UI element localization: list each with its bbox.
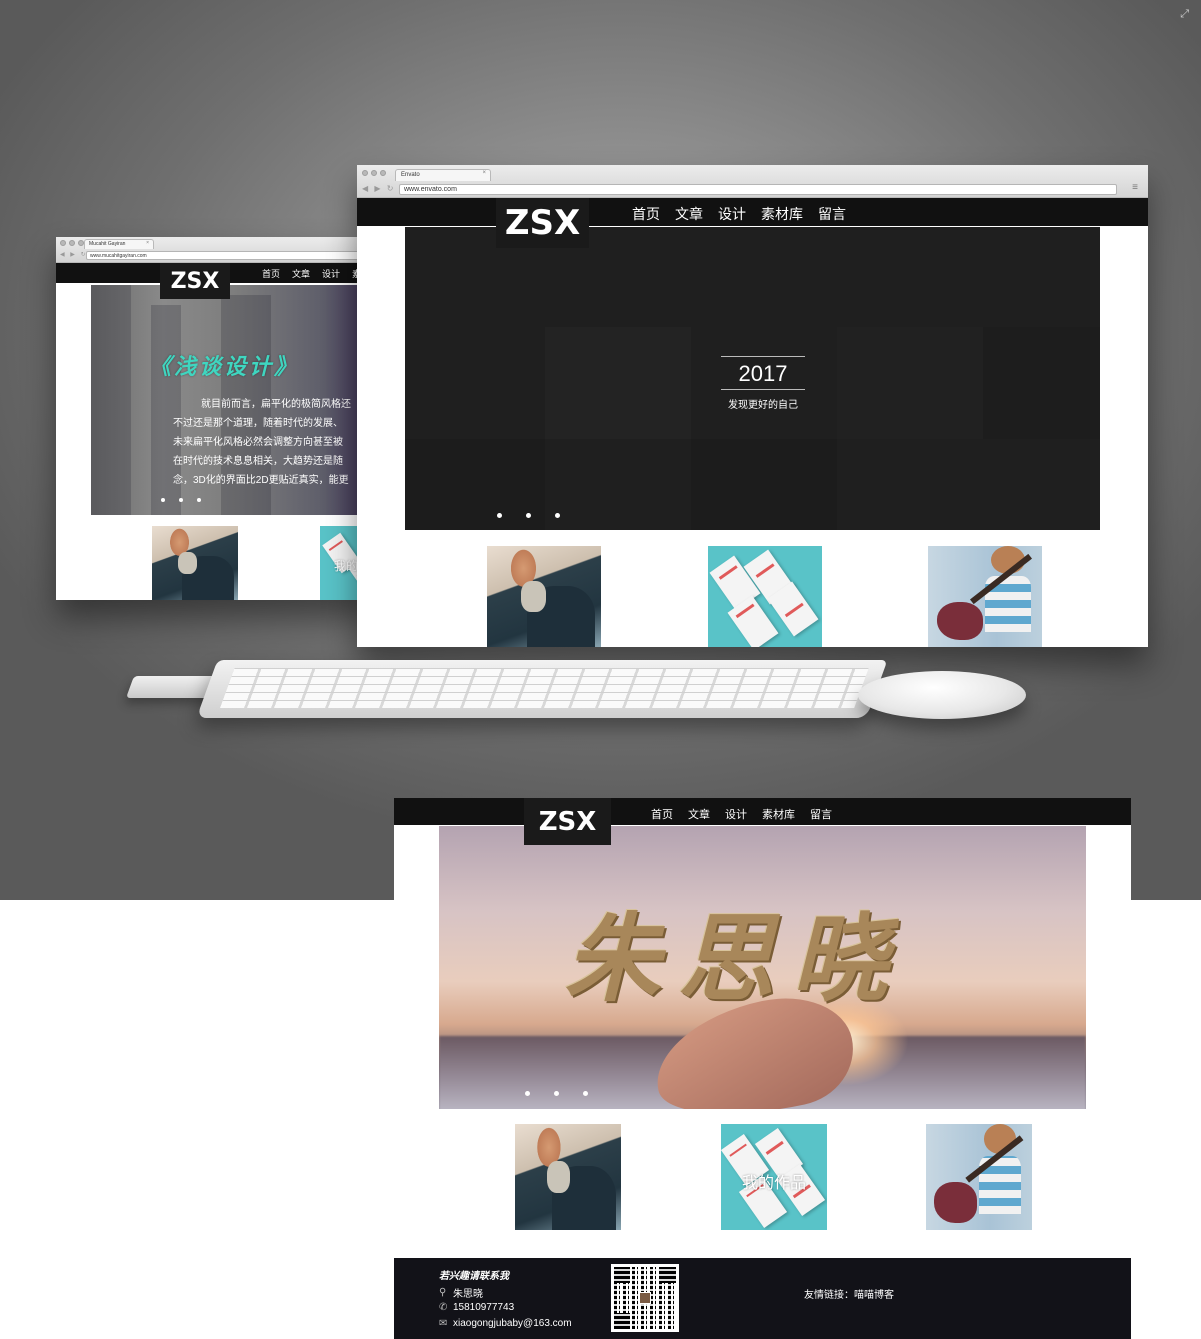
hero-caption: 2017 发现更好的自己 <box>721 356 805 411</box>
site-footer: 若兴趣请联系我 ⚲ 朱思晓 ✆ 15810977743 ✉ xiaogongju… <box>394 1258 1131 1339</box>
nav-articles[interactable]: 文章 <box>688 806 710 822</box>
carousel-dot[interactable] <box>555 513 560 518</box>
carousel-dots <box>525 1091 588 1096</box>
nav-home[interactable]: 首页 <box>262 267 280 280</box>
site-header: ZSX 首页 文章 设计 素 <box>56 263 376 299</box>
thumbnail-works[interactable]: 我的作品 <box>721 1124 827 1230</box>
footer-phone: 15810977743 <box>453 1302 515 1313</box>
keyboard <box>196 660 888 718</box>
thumb-overlay-text: 我的作品 <box>741 1174 806 1192</box>
nav-articles[interactable]: 文章 <box>292 267 310 280</box>
hero-text-line: 在时代的技术息息相关，大趋势还是随 <box>173 456 343 467</box>
nav-messages[interactable]: 留言 <box>818 204 846 224</box>
thumbnail-portrait[interactable] <box>515 1124 621 1230</box>
tab-title: Envato <box>401 172 420 178</box>
carousel-dot[interactable] <box>554 1091 559 1096</box>
nav-design[interactable]: 设计 <box>725 806 747 822</box>
browser-tab[interactable]: Mucahit Gayiran × <box>84 239 154 249</box>
nav-design[interactable]: 设计 <box>718 204 746 224</box>
footer-email[interactable]: xiaogongjubaby@163.com <box>453 1318 572 1329</box>
site-nav: 首页 文章 设计 素材库 留言 <box>651 806 832 822</box>
left-browser-window: Mucahit Gayiran × ◀ ▶ ↻ www.mucahitgayira… <box>56 237 376 600</box>
carousel-dots <box>497 513 560 518</box>
close-tab-icon[interactable]: × <box>146 240 149 246</box>
thumbnail-works[interactable] <box>708 546 822 647</box>
window-controls[interactable] <box>362 170 386 176</box>
person-icon: ⚲ <box>439 1287 447 1298</box>
hero-text-line: 未来扁平化风格必然会调整方向甚至被 <box>173 437 343 448</box>
hero-title: 《浅谈设计》 <box>149 354 300 379</box>
address-bar[interactable]: www.envato.com <box>399 184 1117 195</box>
mouse <box>858 671 1026 719</box>
nav-home[interactable]: 首页 <box>632 204 660 224</box>
carousel-dot[interactable] <box>161 498 165 502</box>
main-browser-window: Envato × ◀ ▶ ↻ www.envato.com ≡ ZSX 首页 文章… <box>357 165 1148 647</box>
address-bar[interactable]: www.mucahitgayiran.com <box>86 251 366 260</box>
footer-title: 若兴趣请联系我 <box>439 1271 509 1282</box>
hero-carousel: 《浅谈设计》 就目前而言，扁平化的极简风格还 不过还是那个道理，随着时代的发展、… <box>91 285 376 515</box>
tab-title: Mucahit Gayiran <box>89 241 126 247</box>
nav-home[interactable]: 首页 <box>651 806 673 822</box>
nav-library[interactable]: 素材库 <box>762 806 795 822</box>
expand-icon[interactable]: ⤢ <box>1180 8 1189 21</box>
nav-library[interactable]: 素材库 <box>761 204 803 224</box>
hero-text-line: 念，3D化的界面比2D更贴近真实，能更 <box>173 475 349 486</box>
hero-carousel: 2017 发现更好的自己 <box>405 227 1100 530</box>
website-preview: ZSX 首页 文章 设计 素材库 留言 朱思晓 我的作品 若兴趣请联系我 ⚲ 朱… <box>394 798 1131 1339</box>
thumbnail-portrait[interactable] <box>152 526 238 600</box>
window-controls[interactable] <box>60 240 84 246</box>
nav-articles[interactable]: 文章 <box>675 204 703 224</box>
hero-text-line: 就目前而言，扁平化的极简风格还 <box>201 399 351 410</box>
menu-icon[interactable]: ≡ <box>1132 182 1138 193</box>
site-nav: 首页 文章 设计 素材库 留言 <box>632 204 846 224</box>
thumbnail-guitar[interactable] <box>928 546 1042 647</box>
hero-year: 2017 <box>738 361 788 386</box>
carousel-dot[interactable] <box>197 498 201 502</box>
site-header: ZSX 首页 文章 设计 素材库 留言 <box>357 198 1148 248</box>
carousel-dot[interactable] <box>525 1091 530 1096</box>
carousel-dot[interactable] <box>179 498 183 502</box>
footer-email-row: ✉ xiaogongjubaby@163.com <box>439 1318 572 1329</box>
footer-name: 朱思晓 <box>453 1289 483 1300</box>
hero-text-line: 不过还是那个道理，随着时代的发展、 <box>173 418 343 429</box>
back-forward-icon[interactable]: ◀ ▶ ↻ <box>362 184 395 193</box>
thumbnail-guitar[interactable] <box>926 1124 1032 1230</box>
site-logo[interactable]: ZSX <box>160 263 230 299</box>
carousel-dot[interactable] <box>583 1091 588 1096</box>
site-nav: 首页 文章 设计 素 <box>262 267 361 280</box>
footer-phone-row: ✆ 15810977743 <box>439 1302 514 1313</box>
hero-subtitle: 发现更好的自己 <box>728 400 798 411</box>
mockup-stage: ⤢ Mucahit Gayiran × ◀ ▶ ↻ www.mucahitgayi… <box>0 0 1201 900</box>
phone-icon: ✆ <box>439 1302 448 1313</box>
site-logo[interactable]: ZSX <box>524 798 611 845</box>
mail-icon: ✉ <box>439 1318 448 1329</box>
browser-chrome: Mucahit Gayiran × ◀ ▶ ↻ www.mucahitgayira… <box>56 237 376 263</box>
site-header: ZSX 首页 文章 设计 素材库 留言 <box>394 798 1131 845</box>
hero-paragraph: 就目前而言，扁平化的极简风格还 不过还是那个道理，随着时代的发展、 未来扁平化风… <box>173 395 376 490</box>
site-logo[interactable]: ZSX <box>496 198 589 248</box>
carousel-dot[interactable] <box>526 513 531 518</box>
hero-title: 朱思晓 <box>564 902 906 1015</box>
nav-design[interactable]: 设计 <box>322 267 340 280</box>
thumbnail-portrait[interactable] <box>487 546 601 647</box>
browser-chrome: Envato × ◀ ▶ ↻ www.envato.com ≡ <box>357 165 1148 198</box>
hero-carousel: 朱思晓 <box>439 826 1086 1109</box>
qr-code <box>611 1264 679 1332</box>
footer-name-row: ⚲ 朱思晓 <box>439 1285 483 1300</box>
browser-tab[interactable]: Envato × <box>395 169 491 181</box>
nav-messages[interactable]: 留言 <box>810 806 832 822</box>
back-forward-icon[interactable]: ◀ ▶ ↻ <box>60 251 88 258</box>
carousel-dots <box>161 498 201 502</box>
carousel-dot[interactable] <box>497 513 502 518</box>
close-tab-icon[interactable]: × <box>482 170 486 176</box>
footer-links[interactable]: 友情链接：喵喵博客 <box>804 1286 894 1301</box>
